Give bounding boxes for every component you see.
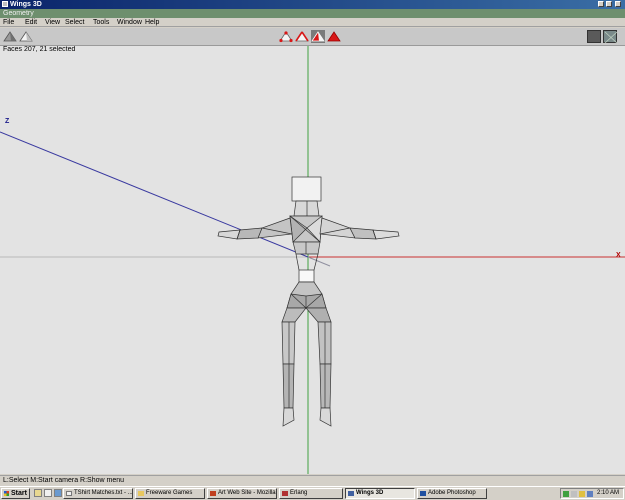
start-button[interactable]: Start — [1, 488, 30, 499]
menu-file[interactable]: File — [3, 18, 14, 27]
task-button-adobe-photoshop[interactable]: Adobe Photoshop — [417, 488, 487, 499]
window-title: Wings 3D — [10, 1, 42, 8]
task-button-art-web-site[interactable]: Art Web Site - Mozilla — [207, 488, 277, 499]
system-tray: 2:10 AM — [560, 488, 624, 499]
task-label: Freeware Games — [146, 490, 193, 496]
scene-canvas[interactable] — [0, 46, 625, 474]
clock[interactable]: 2:10 AM — [597, 489, 619, 498]
menu-view[interactable]: View — [45, 18, 60, 27]
tray-volume-icon[interactable] — [579, 491, 585, 497]
quicklaunch-desktop-icon[interactable] — [34, 489, 42, 497]
menu-tools[interactable]: Tools — [93, 18, 109, 27]
taskbar: Start TShirt Matches.txt - ... Freeware … — [0, 486, 625, 500]
mozilla-icon — [210, 491, 216, 496]
close-button[interactable] — [615, 1, 621, 7]
quicklaunch-browser-icon[interactable] — [54, 489, 62, 497]
task-button-erlang[interactable]: Erlang — [279, 488, 343, 499]
folder-icon — [138, 491, 144, 496]
status-text: L:Select M:Start camera R:Show menu — [3, 477, 124, 484]
z-axis-label: Z — [5, 118, 10, 125]
body-select-icon[interactable] — [327, 30, 341, 43]
notepad-icon — [66, 491, 72, 496]
erlang-icon — [282, 491, 288, 496]
task-button-wings-3d[interactable]: Wings 3D — [345, 488, 415, 499]
perspective-view-icon[interactable] — [603, 30, 618, 44]
windows-logo-icon — [4, 491, 9, 496]
edge-select-icon[interactable] — [295, 30, 309, 43]
photoshop-icon — [420, 491, 426, 496]
tray-monitor-icon[interactable] — [571, 491, 577, 497]
geometry-viewport[interactable]: Faces 207, 21 selected Z X — [0, 46, 625, 474]
geometry-label: Geometry — [3, 10, 34, 17]
maximize-button[interactable] — [606, 1, 612, 7]
menu-window[interactable]: Window — [117, 18, 142, 27]
task-button-freeware-games[interactable]: Freeware Games — [135, 488, 205, 499]
tray-network-icon[interactable] — [563, 491, 569, 497]
ortho-view-icon[interactable] — [587, 30, 601, 43]
toolbar — [0, 28, 625, 46]
menu-bar: File Edit View Select Tools Window Help — [0, 18, 625, 27]
x-axis-label: X — [616, 252, 621, 259]
quicklaunch-explorer-icon[interactable] — [44, 489, 52, 497]
menu-select[interactable]: Select — [65, 18, 84, 27]
task-button-tshirt-matches[interactable]: TShirt Matches.txt - ... — [63, 488, 133, 499]
vertex-select-icon[interactable] — [279, 30, 293, 43]
tray-app-icon[interactable] — [587, 491, 593, 497]
view-mode-icon[interactable] — [3, 30, 17, 43]
z-axis-line — [0, 131, 309, 258]
wings-app-icon — [2, 1, 8, 7]
geometry-window-header: Geometry — [0, 9, 625, 18]
task-label: TShirt Matches.txt - ... — [74, 490, 133, 496]
task-label: Wings 3D — [356, 490, 384, 496]
wings-icon — [348, 491, 354, 496]
window-title-bar[interactable]: Wings 3D — [0, 0, 625, 9]
minimize-button[interactable] — [598, 1, 604, 7]
face-select-icon[interactable] — [311, 30, 325, 43]
task-label: Adobe Photoshop — [428, 490, 476, 496]
status-bar: L:Select M:Start camera R:Show menu — [0, 475, 625, 485]
menu-help[interactable]: Help — [145, 18, 159, 27]
menu-edit[interactable]: Edit — [25, 18, 37, 27]
task-label: Erlang — [290, 490, 308, 496]
selection-info: Faces 207, 21 selected — [3, 46, 76, 53]
task-label: Art Web Site - Mozilla — [218, 490, 276, 496]
start-label: Start — [11, 490, 27, 497]
smooth-mode-icon[interactable] — [19, 30, 33, 43]
